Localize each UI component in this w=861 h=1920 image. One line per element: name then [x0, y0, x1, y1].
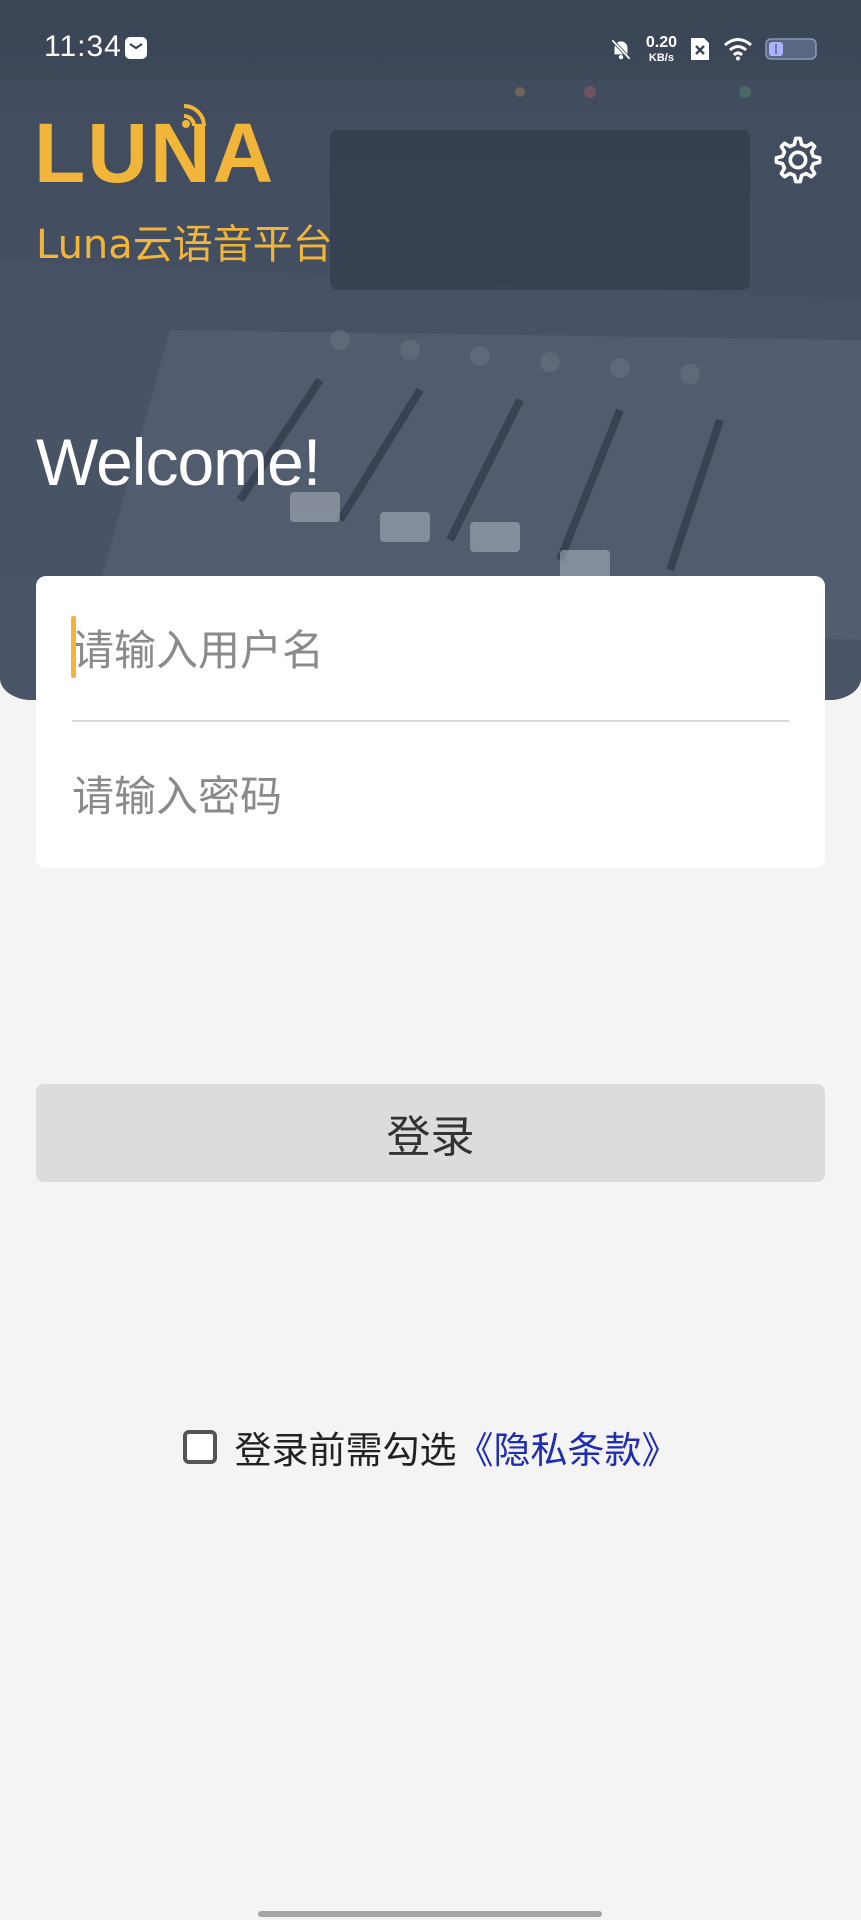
message-icon	[125, 37, 147, 59]
network-speed: 0.20 KB/s	[645, 33, 677, 64]
luna-logo: LUNA	[34, 104, 274, 190]
welcome-heading: Welcome!	[36, 425, 321, 499]
home-indicator[interactable]	[258, 1911, 602, 1917]
network-speed-unit: KB/s	[648, 51, 674, 64]
mute-bell-icon	[611, 39, 631, 60]
input-divider	[72, 720, 789, 722]
status-time: 11:34	[44, 30, 122, 63]
battery-icon	[765, 38, 817, 60]
wifi-icon	[724, 38, 752, 61]
brand-subtitle: Luna云语音平台	[36, 222, 333, 268]
sim-off-icon	[691, 38, 709, 60]
text-cursor	[71, 616, 76, 678]
status-icons: 0.20 KB/s	[608, 32, 817, 66]
password-row	[72, 736, 789, 856]
gear-icon	[774, 136, 822, 184]
agreement-text: 登录前需勾选	[234, 1429, 457, 1472]
login-button[interactable]: 登录	[36, 1084, 825, 1182]
privacy-policy-link[interactable]: 《隐私条款》	[457, 1429, 679, 1472]
username-input[interactable]	[72, 590, 789, 710]
privacy-agreement: 登录前需勾选《隐私条款》	[0, 1420, 861, 1474]
agree-checkbox[interactable]	[182, 1430, 217, 1464]
username-row	[72, 590, 789, 710]
network-speed-value: 0.20	[645, 33, 677, 51]
logo-text: LUNA	[34, 106, 274, 190]
status-bar: 11:34 0.20 KB/s	[0, 0, 861, 80]
settings-button[interactable]	[770, 132, 826, 188]
password-input[interactable]	[72, 736, 789, 856]
